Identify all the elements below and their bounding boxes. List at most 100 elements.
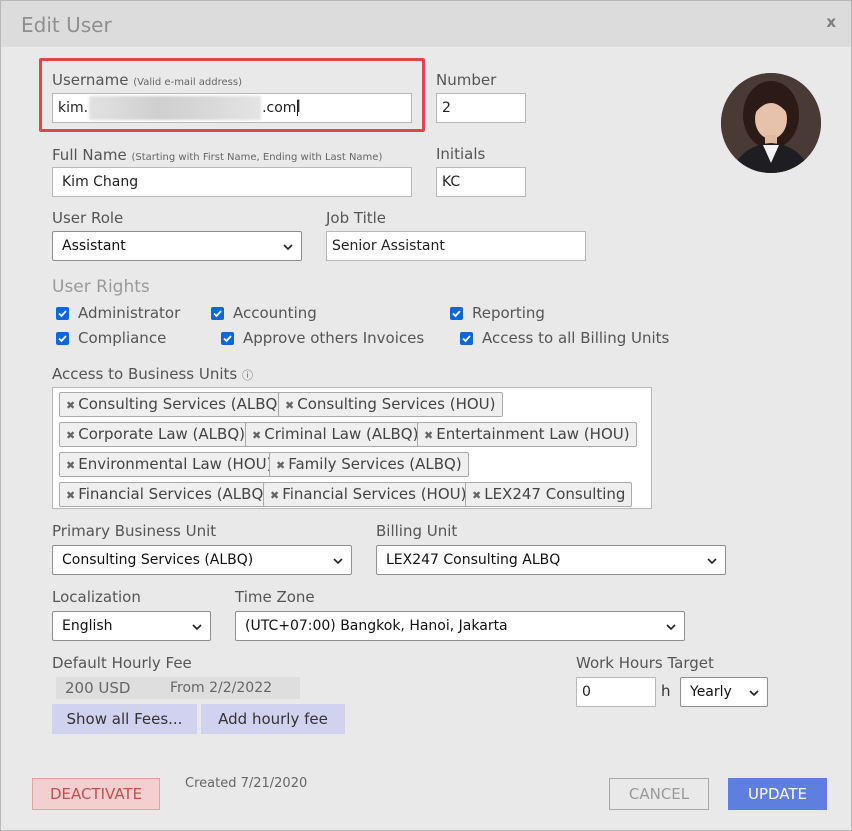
- tag-label: Corporate Law (ALBQ): [78, 425, 245, 443]
- checkbox-checked-icon: [450, 306, 463, 320]
- business-units-multiselect[interactable]: ✖ Consulting Services (ALBQ) ✖ Consulting …: [52, 387, 652, 509]
- tag-label: Entertainment Law (HOU): [436, 425, 630, 443]
- tag-label: Environmental Law (HOU): [78, 455, 273, 473]
- business-units-label-text: Access to Business Units: [52, 365, 238, 383]
- chevron-down-icon: [333, 558, 343, 565]
- billing-unit-value: LEX247 Consulting ALBQ: [386, 552, 561, 568]
- username-value-prefix: kim.: [58, 100, 89, 116]
- administrator-checkbox[interactable]: Administrator: [56, 304, 180, 322]
- fee-amount: 200 USD: [65, 679, 131, 697]
- info-icon[interactable]: ⓘ: [242, 369, 253, 382]
- edit-user-dialog: Edit User x Username (Valid e-mail addre…: [0, 0, 852, 831]
- initials-field[interactable]: KC: [436, 167, 526, 197]
- avatar[interactable]: [721, 73, 821, 173]
- ibeam-cursor-icon: I: [296, 97, 302, 117]
- full-name-field[interactable]: Kim Chang: [52, 167, 412, 197]
- checkbox-checked-icon: [56, 306, 69, 320]
- checkbox-checked-icon: [460, 331, 473, 345]
- chevron-down-icon: [749, 690, 759, 697]
- tag-environmental-hou: ✖ Environmental Law (HOU): [59, 452, 280, 477]
- full-name-label: Full Name (Starting with First Name, End…: [52, 146, 382, 164]
- tag-lex247-consulting: ✖ LEX247 Consulting: [465, 482, 633, 507]
- billing-unit-select[interactable]: LEX247 Consulting ALBQ: [376, 545, 726, 575]
- work-hours-period-value: Yearly: [690, 684, 732, 700]
- time-zone-label: Time Zone: [235, 588, 315, 606]
- checkbox-checked-icon: [211, 306, 224, 320]
- work-hours-period-select[interactable]: Yearly: [680, 677, 768, 707]
- fee-display: 200 USD From 2/2/2022: [56, 677, 300, 699]
- tag-label: Financial Services (ALBQ): [78, 485, 270, 503]
- tag-consulting-hou: ✖ Consulting Services (HOU): [278, 392, 503, 417]
- checkbox-label: Accounting: [233, 304, 317, 322]
- username-value-suffix: .com: [262, 100, 297, 116]
- checkbox-label: Reporting: [472, 304, 545, 322]
- tag-label: Consulting Services (HOU): [297, 395, 496, 413]
- initials-label: Initials: [436, 145, 486, 163]
- username-field[interactable]: kim. .com: [52, 93, 412, 123]
- remove-tag-icon[interactable]: ✖: [252, 429, 261, 442]
- chevron-down-icon: [283, 244, 293, 251]
- user-rights-heading: User Rights: [52, 277, 150, 297]
- default-hourly-fee-label: Default Hourly Fee: [52, 654, 192, 672]
- tag-label: Consulting Services (ALBQ): [78, 395, 284, 413]
- tag-label: Financial Services (HOU): [282, 485, 467, 503]
- tag-financial-hou: ✖ Financial Services (HOU): [263, 482, 474, 507]
- checkbox-label: Compliance: [78, 329, 167, 347]
- localization-value: English: [62, 618, 113, 634]
- dialog-titlebar: Edit User x: [1, 1, 851, 47]
- reporting-checkbox[interactable]: Reporting: [450, 304, 545, 322]
- remove-tag-icon[interactable]: ✖: [472, 489, 481, 502]
- remove-tag-icon[interactable]: ✖: [424, 429, 433, 442]
- compliance-checkbox[interactable]: Compliance: [56, 329, 166, 347]
- close-icon[interactable]: x: [826, 13, 836, 31]
- remove-tag-icon[interactable]: ✖: [66, 489, 75, 502]
- checkbox-label: Access to all Billing Units: [482, 329, 670, 347]
- remove-tag-icon[interactable]: ✖: [276, 459, 285, 472]
- tag-family-albq: ✖ Family Services (ALBQ): [269, 452, 469, 477]
- number-field[interactable]: 2: [436, 93, 526, 123]
- remove-tag-icon[interactable]: ✖: [270, 489, 279, 502]
- job-title-field[interactable]: Senior Assistant: [326, 231, 586, 261]
- billing-unit-label: Billing Unit: [376, 522, 458, 540]
- remove-tag-icon[interactable]: ✖: [66, 399, 75, 412]
- remove-tag-icon[interactable]: ✖: [66, 459, 75, 472]
- tag-criminal-albq: ✖ Criminal Law (ALBQ): [245, 422, 426, 447]
- user-role-label: User Role: [52, 209, 124, 227]
- user-role-select[interactable]: Assistant: [52, 231, 302, 261]
- update-button[interactable]: UPDATE: [728, 778, 827, 810]
- username-label: Username (Valid e-mail address): [52, 71, 242, 89]
- deactivate-button[interactable]: DEACTIVATE: [32, 778, 160, 810]
- user-photo-icon: [721, 73, 821, 173]
- work-hours-field[interactable]: 0: [576, 677, 656, 707]
- accounting-checkbox[interactable]: Accounting: [211, 304, 317, 322]
- primary-business-unit-select[interactable]: Consulting Services (ALBQ): [52, 545, 352, 575]
- show-all-fees-button[interactable]: Show all Fees...: [52, 704, 197, 734]
- username-hint: (Valid e-mail address): [133, 77, 242, 88]
- access-billing-units-checkbox[interactable]: Access to all Billing Units: [460, 329, 669, 347]
- job-title-label: Job Title: [326, 209, 387, 227]
- user-role-value: Assistant: [62, 238, 126, 254]
- tag-label: Family Services (ALBQ): [288, 455, 462, 473]
- localization-select[interactable]: English: [52, 611, 211, 641]
- checkbox-label: Approve others Invoices: [243, 329, 425, 347]
- remove-tag-icon[interactable]: ✖: [285, 399, 294, 412]
- approve-invoices-checkbox[interactable]: Approve others Invoices: [221, 329, 424, 347]
- checkbox-checked-icon: [56, 331, 69, 345]
- hours-unit-label: h: [661, 682, 671, 700]
- chevron-down-icon: [707, 558, 717, 565]
- tag-corporate-albq: ✖ Corporate Law (ALBQ): [59, 422, 252, 447]
- checkbox-checked-icon: [221, 331, 234, 345]
- fee-from-date: From 2/2/2022: [170, 680, 273, 696]
- number-label: Number: [436, 71, 497, 89]
- remove-tag-icon[interactable]: ✖: [66, 429, 75, 442]
- redacted-text: [89, 96, 262, 120]
- add-hourly-fee-button[interactable]: Add hourly fee: [201, 704, 345, 734]
- time-zone-select[interactable]: (UTC+07:00) Bangkok, Hanoi, Jakarta: [235, 611, 685, 641]
- created-date: Created 7/21/2020: [185, 776, 308, 791]
- tag-financial-albq: ✖ Financial Services (ALBQ): [59, 482, 277, 507]
- chevron-down-icon: [192, 624, 202, 631]
- time-zone-value: (UTC+07:00) Bangkok, Hanoi, Jakarta: [245, 618, 508, 634]
- localization-label: Localization: [52, 588, 141, 606]
- username-label-text: Username: [52, 71, 129, 89]
- cancel-button[interactable]: CANCEL: [609, 778, 709, 810]
